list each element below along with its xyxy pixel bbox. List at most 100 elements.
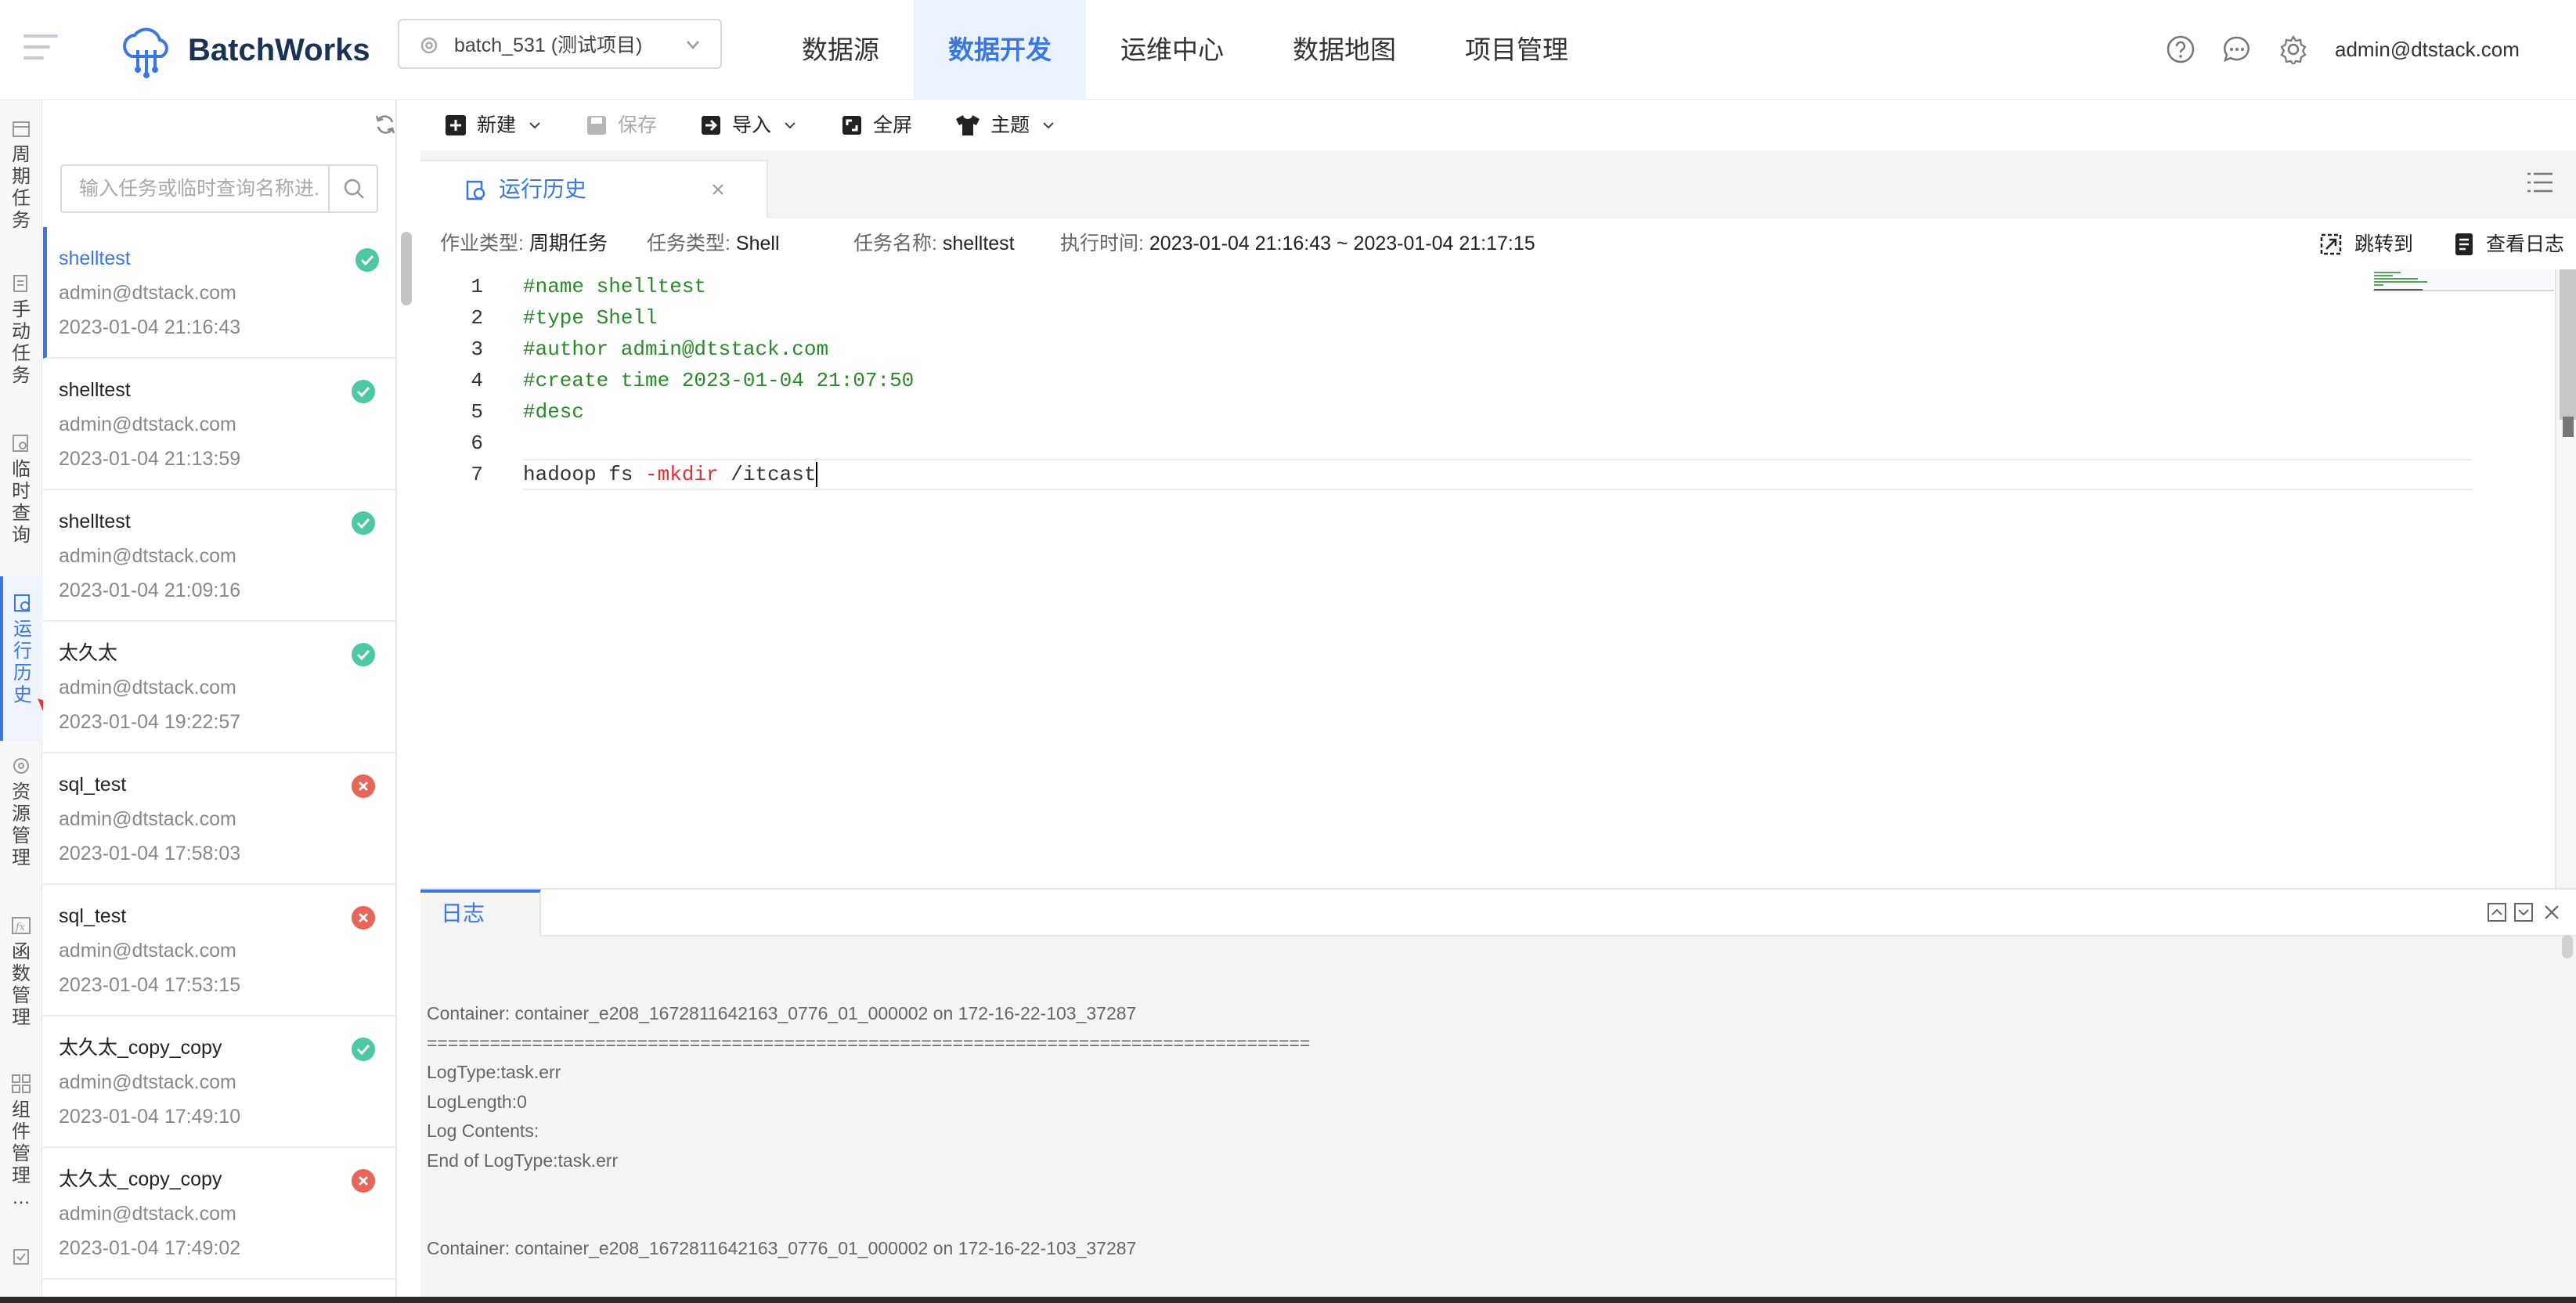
tab-label: 运行历史 [499, 177, 587, 201]
goto-label: 跳转到 [2354, 233, 2414, 255]
history-item[interactable]: shelltest admin@dtstack.com 2023-01-04 2… [43, 359, 397, 490]
chevron-down-icon [529, 122, 540, 129]
tab-log[interactable]: 日志 [420, 890, 541, 937]
history-item[interactable]: 太久太_copy_copy admin@dtstack.com 2023-01-… [43, 1016, 397, 1148]
log-file-icon [2455, 233, 2473, 255]
history-item-user: admin@dtstack.com [59, 282, 236, 304]
history-item[interactable]: shelltest admin@dtstack.com 2023-01-04 2… [43, 490, 397, 622]
editor-scrollbar[interactable] [2555, 269, 2576, 888]
manual-task-icon [13, 275, 27, 292]
resource-icon [13, 758, 29, 774]
history-item-name: shelltest [59, 511, 131, 532]
search-button[interactable] [328, 166, 377, 211]
history-item[interactable]: sql_test admin@dtstack.com 2023-01-04 17… [43, 753, 397, 885]
editor-toolbar: 新建 保存 导入 全屏 主题 [420, 100, 2576, 150]
theme-button[interactable]: 主题 [954, 113, 1056, 138]
query-icon [13, 435, 28, 452]
list-menu-icon[interactable] [2526, 171, 2554, 194]
message-icon[interactable] [2222, 34, 2252, 64]
history-item-name: shelltest [59, 247, 131, 269]
history-item[interactable]: shelltest admin@dtstack.com 2023-01-04 2… [43, 227, 397, 359]
user-email[interactable]: admin@dtstack.com [2335, 34, 2520, 64]
rail-item-periodic-task[interactable]: 周期任务 [0, 117, 42, 232]
rail-label: 周期任务 [12, 144, 31, 231]
editor-tab-bar: 运行历史 [420, 150, 2576, 218]
log-line: Container: container_e208_1672811642163_… [427, 1238, 1137, 1258]
close-icon[interactable] [2542, 902, 2562, 922]
rail-item-component-mgmt[interactable]: 组件管理 … [0, 1073, 42, 1209]
code-line: 5 #desc [420, 396, 2378, 428]
history-item[interactable]: sql_test admin@dtstack.com 2023-01-04 17… [43, 885, 397, 1016]
new-button[interactable]: 新建 [444, 113, 543, 138]
collapse-down-icon[interactable] [2513, 902, 2534, 922]
history-item-name: 太久太 [59, 642, 118, 664]
code-line: 1 #name shelltest [420, 271, 2378, 302]
search-icon [344, 179, 364, 199]
menu-toggle-icon[interactable] [23, 34, 58, 61]
info-exec-time-value: 2023-01-04 21:16:43 ~ 2023-01-04 21:17:1… [1149, 233, 1535, 254]
log-scrollbar[interactable] [2562, 935, 2573, 958]
line-number: 4 [471, 369, 483, 392]
save-icon [587, 116, 607, 135]
text-cursor [816, 462, 818, 488]
history-item-name: sql_test [59, 774, 127, 796]
code-minimap[interactable] [2372, 269, 2554, 291]
settings-gear-icon[interactable] [2278, 34, 2308, 64]
history-item-time: 2023-01-04 17:49:10 [59, 1106, 241, 1128]
info-task-name-value: shelltest [942, 233, 1015, 254]
nav-item-datasource[interactable]: 数据源 [767, 0, 914, 100]
editor-scroll-thumb[interactable] [2560, 269, 2576, 420]
save-button[interactable]: 保存 [585, 113, 657, 138]
fullscreen-button[interactable]: 全屏 [840, 113, 912, 138]
history-item[interactable]: 太久太_copy_copy admin@dtstack.com 2023-01-… [43, 1148, 397, 1280]
log-line: ========================================… [427, 1032, 1311, 1053]
cursor-position-marker [2563, 417, 2574, 437]
help-icon[interactable] [2166, 34, 2195, 64]
top-header: BatchWorks batch_531 (测试项目) 数据源 数据开发 运维中… [0, 0, 2576, 100]
expand-up-icon[interactable] [2487, 902, 2507, 922]
code-editor[interactable]: 1 #name shelltest 2 #type Shell 3 #author a… [420, 269, 2555, 888]
chevron-down-icon [1043, 122, 1054, 129]
history-item[interactable]: 太久太 admin@dtstack.com 2023-01-04 19:22:5… [43, 622, 397, 753]
nav-item-data-map[interactable]: 数据地图 [1258, 0, 1431, 100]
refresh-icon[interactable] [373, 113, 397, 136]
info-task-type-label: 任务类型: [647, 233, 731, 254]
sidebar-scrollbar[interactable] [401, 232, 412, 305]
tab-run-history[interactable]: 运行历史 [420, 160, 768, 218]
code-text: #create time 2023-01-04 21:07:50 [523, 369, 915, 392]
rail-item-temp-query[interactable]: 临时查询 [0, 432, 42, 547]
nav-item-ops-center[interactable]: 运维中心 [1086, 0, 1258, 100]
code-command: hadoop fs [523, 463, 646, 486]
history-item-time: 2023-01-04 17:53:15 [59, 974, 241, 996]
project-select[interactable]: batch_531 (测试项目) [398, 19, 722, 69]
failed-x-icon [352, 1169, 375, 1193]
main-nav: 数据源 数据开发 运维中心 数据地图 项目管理 [767, 0, 1603, 100]
nav-item-data-dev[interactable]: 数据开发 [914, 0, 1086, 100]
code-flag: -mkdir [645, 463, 719, 486]
code-line: 4 #create time 2023-01-04 21:07:50 [420, 365, 2378, 396]
code-text: #name shelltest [523, 275, 707, 298]
log-line: LogLength:0 [427, 1091, 527, 1112]
rail-item-function-mgmt[interactable]: fx 函数管理 [0, 915, 42, 1029]
search-input[interactable] [62, 166, 320, 211]
view-log-button[interactable]: 查看日志 [2453, 232, 2564, 257]
goto-button[interactable]: 跳转到 [2318, 232, 2413, 257]
rail-item-manual-task[interactable]: 手动任务 [0, 273, 42, 387]
history-item-user: admin@dtstack.com [59, 413, 236, 435]
import-button[interactable]: 导入 [699, 113, 798, 138]
rail-label: 函数管理 [12, 941, 31, 1028]
history-item-time: 2023-01-04 21:09:16 [59, 579, 241, 601]
nav-item-project-mgmt[interactable]: 项目管理 [1431, 0, 1603, 100]
checklist-icon [13, 1249, 29, 1265]
rail-item-extra[interactable] [0, 1245, 42, 1272]
rail-label: 组件管理 [12, 1099, 31, 1186]
history-item-user: admin@dtstack.com [59, 1071, 236, 1093]
log-tab-bar: 日志 [420, 890, 2576, 937]
rail-label: 运行历史 [13, 619, 32, 706]
rail-label: 手动任务 [12, 299, 31, 386]
close-icon[interactable] [709, 180, 727, 199]
success-check-icon [352, 511, 375, 535]
code-text: hadoop fs -mkdir /itcast [523, 459, 818, 490]
history-item-user: admin@dtstack.com [59, 808, 236, 830]
